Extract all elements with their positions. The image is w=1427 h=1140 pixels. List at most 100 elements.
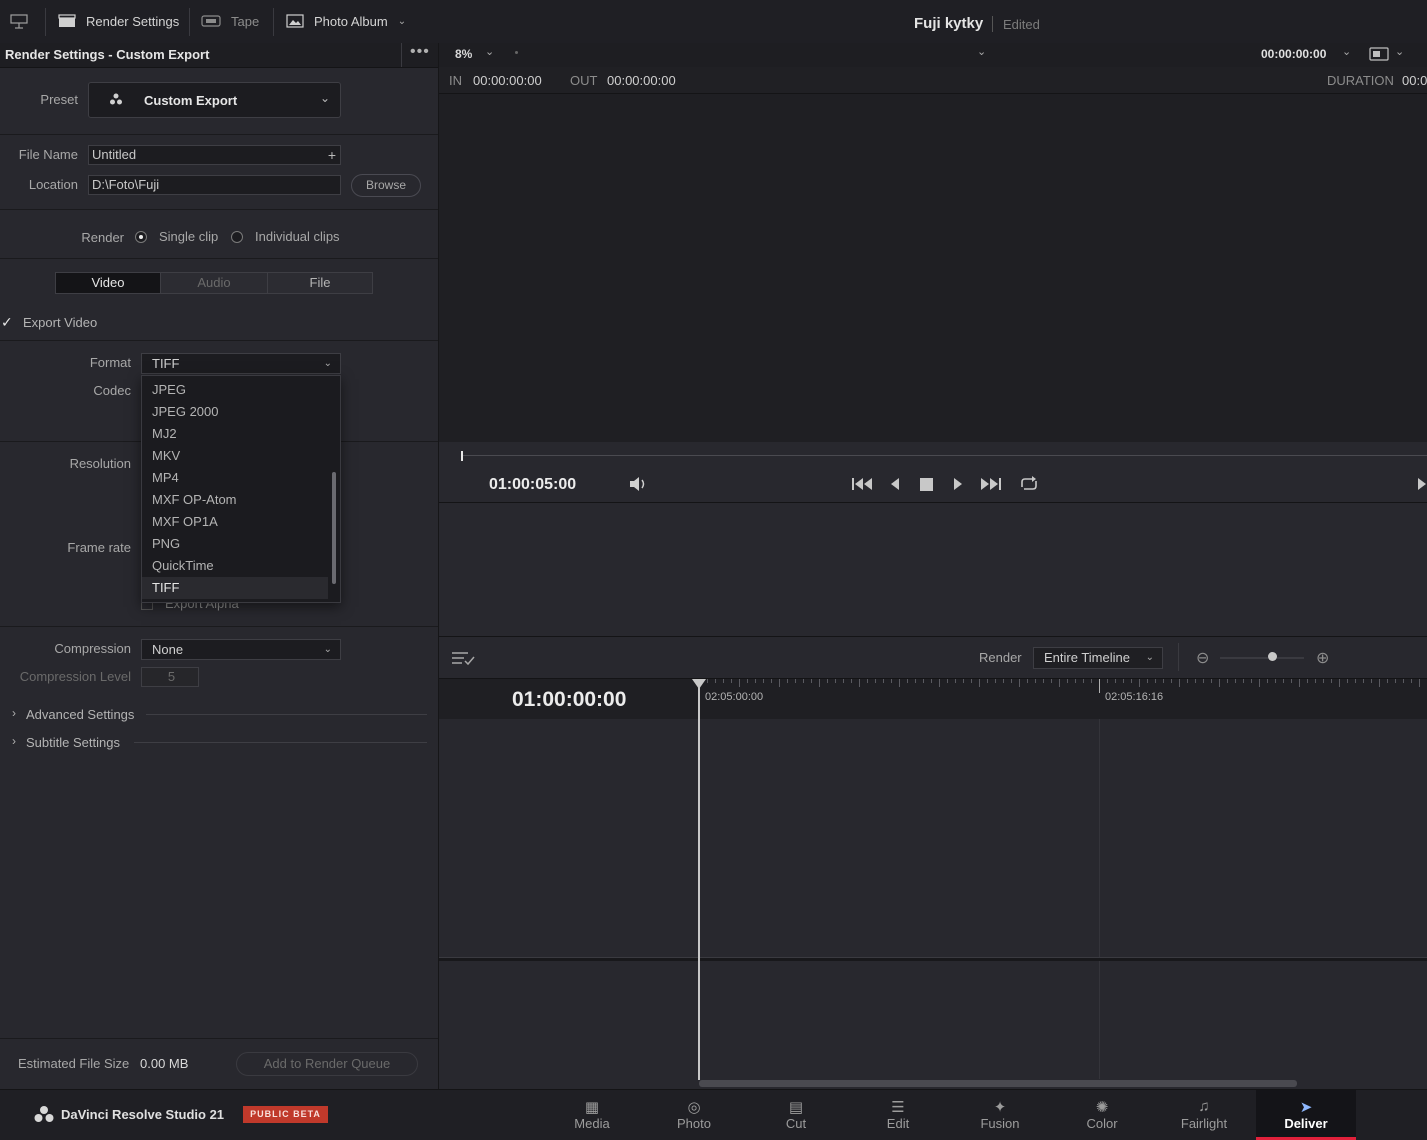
clip-area bbox=[439, 503, 1427, 637]
location-input[interactable]: D:\Foto\Fuji bbox=[88, 175, 341, 195]
format-option[interactable]: JPEG 2000 bbox=[142, 401, 328, 423]
timeline-options-icon[interactable] bbox=[451, 650, 475, 669]
chevron-right-icon[interactable]: › bbox=[12, 706, 16, 720]
tab-photo-album[interactable]: Photo Album ⌄ bbox=[286, 10, 406, 32]
timeline-scrollbar[interactable] bbox=[699, 1080, 1297, 1087]
add-to-render-queue-button[interactable]: Add to Render Queue bbox=[236, 1052, 418, 1076]
fusion-icon: ✦ bbox=[993, 1099, 1007, 1116]
color-icon: ✺ bbox=[1095, 1099, 1109, 1116]
chevron-down-icon[interactable]: ⌄ bbox=[1342, 45, 1351, 58]
in-value: 00:00:00:00 bbox=[473, 73, 542, 88]
stop-icon[interactable] bbox=[920, 478, 933, 494]
render-range-value: Entire Timeline bbox=[1044, 650, 1130, 665]
tab-audio[interactable]: Audio bbox=[160, 272, 268, 294]
list-scrollbar[interactable] bbox=[332, 472, 336, 584]
video-viewer[interactable] bbox=[439, 94, 1427, 442]
play-reverse-icon[interactable] bbox=[889, 477, 901, 494]
in-out-bar: IN 00:00:00:00 OUT 00:00:00:00 DURATION … bbox=[439, 67, 1427, 94]
tab-render-settings[interactable]: Render Settings bbox=[58, 10, 179, 32]
tab-file[interactable]: File bbox=[267, 272, 373, 294]
fairlight-icon: ♫ bbox=[1198, 1098, 1210, 1115]
format-option[interactable]: PNG bbox=[142, 533, 328, 555]
format-option[interactable]: MJ2 bbox=[142, 423, 328, 445]
ruler-ticks bbox=[699, 679, 1420, 693]
chevron-down-icon: ⌄ bbox=[319, 91, 330, 105]
page-deliver-button[interactable]: ➤ Deliver bbox=[1256, 1090, 1356, 1140]
timeline-ruler[interactable]: 02:05:00:00 02:05:16:16 bbox=[699, 679, 1427, 720]
format-option[interactable]: QuickTime bbox=[142, 555, 328, 577]
scrubber-track[interactable] bbox=[461, 455, 1427, 456]
single-clip-radio[interactable] bbox=[135, 231, 147, 243]
zoom-level[interactable]: 8% bbox=[455, 47, 472, 61]
scrubber-handle[interactable] bbox=[461, 451, 463, 461]
next-icon[interactable] bbox=[1417, 477, 1427, 494]
codec-label: Codec bbox=[93, 383, 131, 398]
page-label: Media bbox=[574, 1116, 610, 1131]
format-option[interactable]: TIFF bbox=[142, 577, 328, 599]
playhead[interactable] bbox=[698, 679, 700, 1080]
page-label: Cut bbox=[785, 1116, 807, 1131]
page-edit-button[interactable]: ☰ Edit bbox=[848, 1090, 948, 1140]
format-dropdown[interactable]: TIFF ⌄ bbox=[141, 353, 341, 374]
duration-value: 00:0 bbox=[1402, 73, 1427, 88]
timeline-tracks[interactable] bbox=[439, 719, 1427, 1089]
tab-render-settings-label: Render Settings bbox=[86, 13, 180, 29]
individual-clips-label[interactable]: Individual clips bbox=[255, 229, 340, 244]
chevron-down-icon[interactable]: ⌄ bbox=[977, 45, 986, 58]
toolbar-sep bbox=[1178, 643, 1179, 671]
format-option[interactable]: MP4 bbox=[142, 467, 328, 489]
page-fusion-button[interactable]: ✦ Fusion bbox=[950, 1090, 1050, 1140]
browse-button[interactable]: Browse bbox=[351, 174, 421, 197]
chevron-down-icon[interactable]: ⌄ bbox=[398, 16, 406, 27]
viewer-options-icon[interactable] bbox=[1369, 47, 1389, 64]
format-value: TIFF bbox=[152, 356, 180, 371]
file-name-input[interactable]: Untitled + bbox=[88, 145, 341, 165]
compression-level-input[interactable]: 5 bbox=[141, 667, 199, 687]
viewer-timecode[interactable]: 00:00:00:00 bbox=[1261, 47, 1326, 61]
format-label: Format bbox=[89, 355, 131, 370]
export-video-label[interactable]: Export Video bbox=[23, 315, 97, 330]
workspace-icon[interactable] bbox=[10, 14, 28, 33]
tab-video[interactable]: Video bbox=[55, 272, 161, 294]
add-icon[interactable]: + bbox=[328, 146, 336, 164]
track-divider bbox=[439, 957, 1427, 961]
compression-dropdown[interactable]: None ⌄ bbox=[141, 639, 341, 660]
go-to-start-icon[interactable] bbox=[851, 476, 873, 495]
single-clip-label[interactable]: Single clip bbox=[159, 229, 218, 244]
zoom-out-icon[interactable]: ⊖ bbox=[1196, 648, 1209, 668]
location-value: D:\Foto\Fuji bbox=[92, 177, 160, 192]
playhead-handle[interactable] bbox=[692, 679, 706, 689]
format-option[interactable]: MXF OP-Atom bbox=[142, 489, 328, 511]
preset-dropdown[interactable]: Custom Export ⌄ bbox=[88, 82, 341, 118]
format-option[interactable]: JPEG bbox=[142, 379, 328, 401]
more-options-icon[interactable]: ••• bbox=[410, 43, 430, 61]
zoom-slider-handle[interactable] bbox=[1268, 652, 1277, 661]
format-option[interactable]: MXF OP1A bbox=[142, 511, 328, 533]
chevron-right-icon[interactable]: › bbox=[12, 734, 16, 748]
loop-icon[interactable] bbox=[1018, 476, 1040, 495]
page-label: Photo bbox=[677, 1116, 711, 1131]
volume-icon[interactable] bbox=[628, 476, 648, 495]
format-option[interactable]: MKV bbox=[142, 445, 328, 467]
track-gridline bbox=[1099, 719, 1100, 1079]
subtitle-settings-toggle[interactable]: Subtitle Settings bbox=[26, 735, 120, 750]
tab-tape[interactable]: Tape bbox=[201, 10, 259, 32]
page-color-button[interactable]: ✺ Color bbox=[1052, 1090, 1152, 1140]
zoom-in-icon[interactable]: ⊕ bbox=[1316, 648, 1329, 668]
advanced-settings-toggle[interactable]: Advanced Settings bbox=[26, 707, 134, 722]
go-to-end-icon[interactable] bbox=[980, 476, 1002, 495]
compression-label: Compression bbox=[54, 641, 131, 656]
page-cut-button[interactable]: ▤ Cut bbox=[746, 1090, 846, 1140]
render-range-dropdown[interactable]: Entire Timeline ⌄ bbox=[1033, 647, 1163, 669]
timeline-render-label: Render bbox=[979, 650, 1022, 665]
page-photo-button[interactable]: ◎ Photo bbox=[644, 1090, 744, 1140]
individual-clips-radio[interactable] bbox=[231, 231, 243, 243]
export-video-checkbox[interactable]: ✓ bbox=[1, 314, 15, 330]
chevron-down-icon[interactable]: ⌄ bbox=[485, 45, 494, 58]
play-icon[interactable] bbox=[952, 477, 964, 494]
page-fairlight-button[interactable]: ♫ Fairlight bbox=[1154, 1090, 1254, 1140]
divider bbox=[0, 209, 438, 210]
zoom-slider-track[interactable] bbox=[1220, 657, 1304, 659]
chevron-down-icon[interactable]: ⌄ bbox=[1395, 45, 1404, 58]
page-media-button[interactable]: ▦ Media bbox=[542, 1090, 642, 1140]
